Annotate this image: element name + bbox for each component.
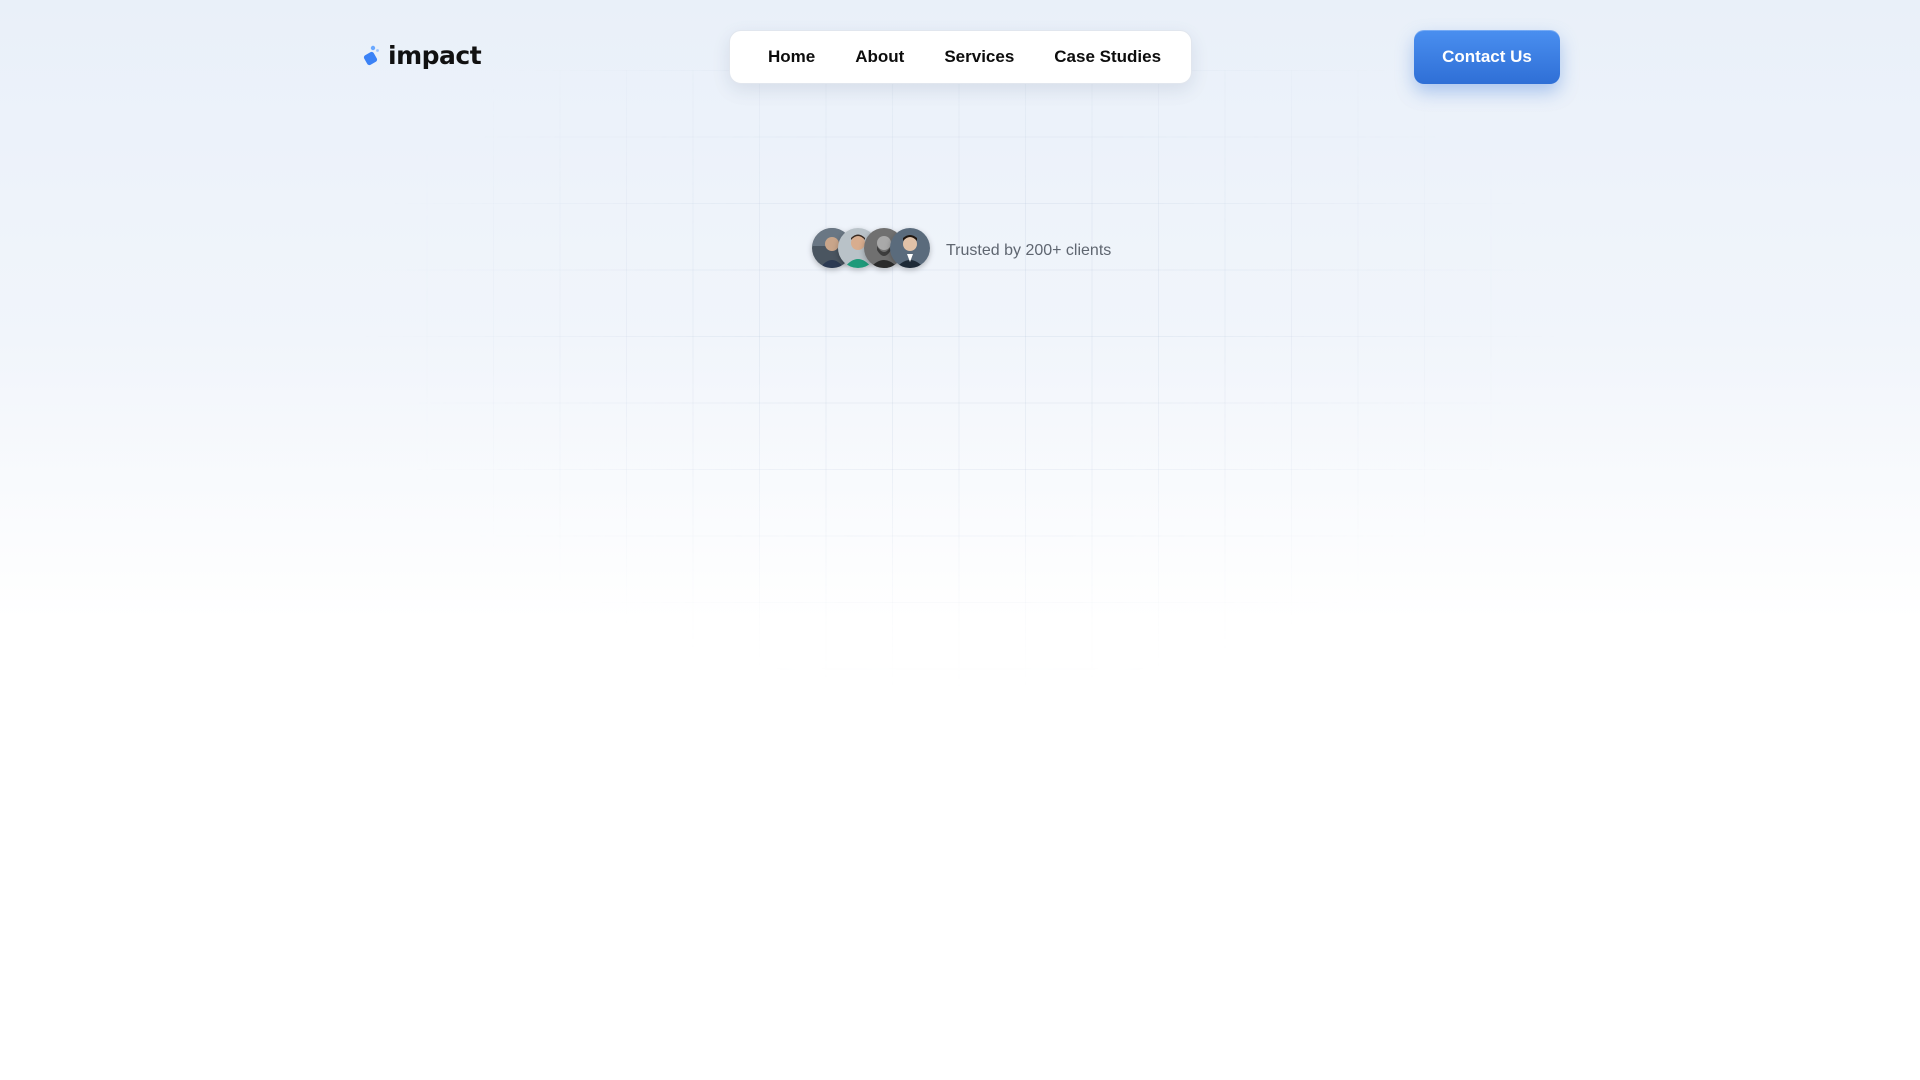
site-header: impact Home About Services Case Studies … [0, 0, 1920, 114]
contact-us-button[interactable]: Contact Us [1414, 30, 1560, 84]
main-nav: Home About Services Case Studies [729, 30, 1192, 84]
page: impact Home About Services Case Studies … [0, 0, 1920, 1080]
nav-item-about[interactable]: About [855, 47, 904, 67]
hero-grid-background [360, 70, 1560, 690]
nav-item-case-studies[interactable]: Case Studies [1054, 47, 1161, 67]
logo-mark-icon [362, 44, 382, 68]
trust-text: Trusted by 200+ clients [946, 242, 1112, 259]
logo-wordmark: impact [388, 41, 482, 70]
logo[interactable]: impact [362, 41, 482, 70]
trust-strip: Trusted by 200+ clients [812, 228, 1111, 268]
nav-item-home[interactable]: Home [768, 47, 815, 67]
client-avatar-4 [890, 228, 930, 268]
nav-item-services[interactable]: Services [944, 47, 1014, 67]
client-avatars [812, 228, 930, 268]
